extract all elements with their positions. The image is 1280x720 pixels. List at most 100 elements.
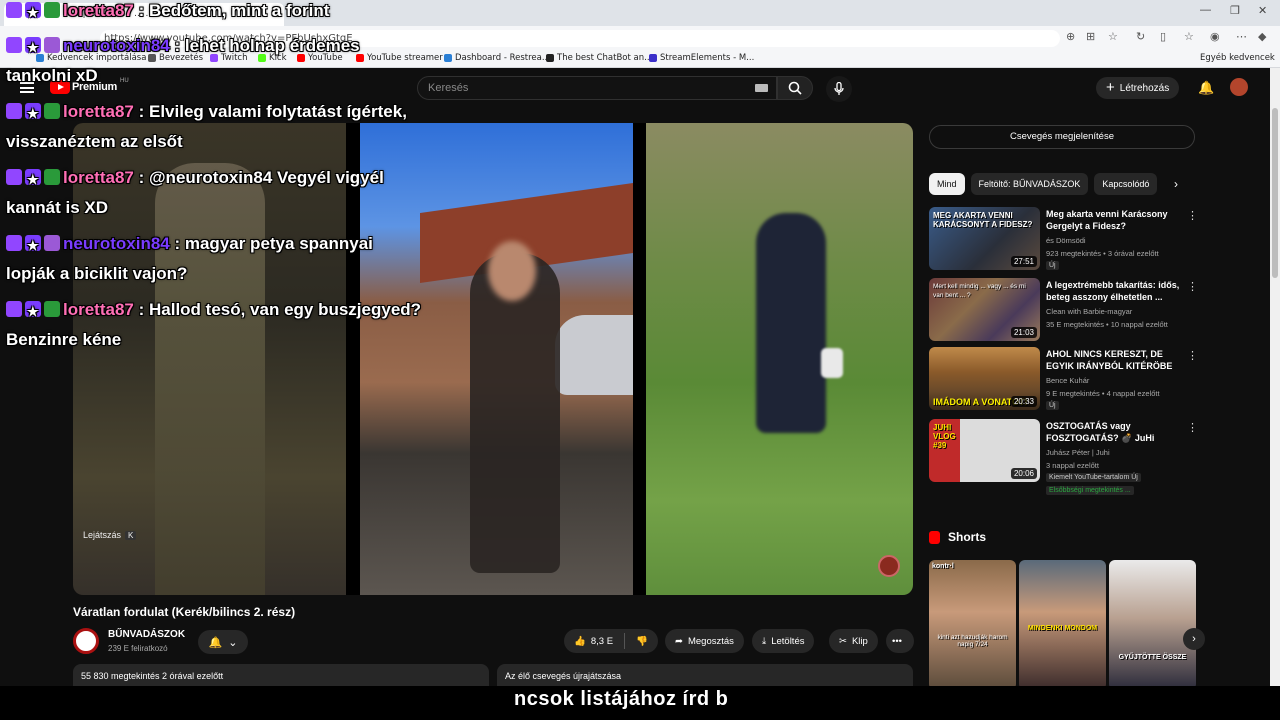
- download-icon: ⤓: [762, 635, 767, 647]
- thumbs-down-icon[interactable]: 👎: [636, 636, 648, 647]
- maximize-icon[interactable]: ❐: [1230, 4, 1240, 17]
- video-thumbnail[interactable]: IMÁDOM A VONATOT! 20:33: [929, 347, 1040, 410]
- video-title[interactable]: Meg akarta venni Karácsony Gergelyt a Fi…: [1046, 208, 1182, 232]
- twitch-icon: [6, 103, 22, 119]
- channel-name[interactable]: BŰNVADÁSZOK: [108, 629, 185, 640]
- more-vert-icon[interactable]: ⋮: [1187, 209, 1198, 222]
- subscription-bell-button[interactable]: 🔔 ⌄: [198, 630, 248, 654]
- short-video[interactable]: GYŰJTÖTTE ÖSSZE: [1109, 560, 1196, 690]
- new-badge: Új: [1046, 261, 1059, 270]
- emote-badge-icon: [44, 103, 60, 119]
- short-video[interactable]: MINDENKI MONDOM: [1019, 560, 1106, 690]
- more-vert-icon[interactable]: ⋮: [1187, 349, 1198, 362]
- chip-related[interactable]: Kapcsolódó: [1094, 173, 1158, 195]
- blurred-face: [488, 241, 536, 301]
- recommended-video[interactable]: JUHI VLOG #39 20:06 OSZTOGATÁS vagy FOSZ…: [929, 419, 1199, 495]
- youtube-page: Premium HU Keresés + Létrehozás 🔔 Lejáts…: [0, 68, 1270, 690]
- other-bookmarks[interactable]: Egyéb kedvencek: [1200, 53, 1275, 63]
- chat-username: neurotoxin84: [63, 234, 170, 253]
- video-thumbnail[interactable]: JUHI VLOG #39 20:06: [929, 419, 1040, 482]
- minimize-icon[interactable]: —: [1200, 4, 1211, 16]
- video-duration: 21:03: [1010, 327, 1037, 338]
- profile-icon[interactable]: ◉: [1210, 30, 1220, 43]
- search-input[interactable]: Keresés: [428, 82, 468, 94]
- search-box[interactable]: Keresés: [417, 76, 777, 100]
- translate-icon[interactable]: ⊕: [1066, 30, 1075, 43]
- bookmark-item[interactable]: StreamElements - M...: [649, 53, 754, 63]
- channel-name[interactable]: Juhász Péter | Juhi: [1046, 448, 1110, 457]
- create-label: Létrehozás: [1119, 82, 1170, 94]
- chip-uploader[interactable]: Feltöltő: BŰNVADÁSZOK: [970, 173, 1089, 195]
- channel-watermark[interactable]: [878, 555, 900, 577]
- video-thumbnail[interactable]: Mert kell mindig ... vagy ... és mi van …: [929, 278, 1040, 341]
- short-caption: MINDENKI MONDOM: [1027, 625, 1098, 632]
- person-figure: [155, 163, 265, 595]
- more-icon: •••: [892, 635, 902, 647]
- video-title[interactable]: AHOL NINCS KERESZT, DE EGYIK IRÁNYBÓL KI…: [1046, 348, 1182, 372]
- page-scrollbar[interactable]: [1270, 68, 1280, 686]
- microphone-icon: [834, 82, 844, 95]
- chevron-right-icon[interactable]: ›: [1183, 628, 1205, 650]
- channel-name[interactable]: Clean with Barbie-magyar: [1046, 307, 1132, 316]
- more-actions-button[interactable]: •••: [886, 629, 914, 653]
- chat-message: neurotoxin84 : lehet holnap érdemes tank…: [6, 31, 426, 91]
- chat-username: loretta87: [63, 1, 134, 20]
- chip-all[interactable]: Mind: [929, 173, 965, 195]
- bookmark-item[interactable]: Dashboard - Restrea...: [444, 53, 550, 63]
- favorites-icon[interactable]: ☆: [1108, 30, 1118, 43]
- channel-name[interactable]: Bence Kuhár: [1046, 376, 1089, 385]
- split-screen-icon[interactable]: ▯: [1160, 30, 1166, 43]
- star-badge-icon: [25, 0, 41, 28]
- video-title: Váratlan fordulat (Kerék/bilincs 2. rész…: [73, 605, 296, 619]
- live-chat-replay[interactable]: Az élő csevegés újrajátszása: [497, 664, 913, 686]
- video-title[interactable]: OSZTOGATÁS vagy FOSZTOGATÁS? 💣 JuHi VLO.…: [1046, 420, 1182, 444]
- voice-search-button[interactable]: [826, 76, 852, 102]
- like-dislike-group: 👍 8,3 E 👎: [564, 629, 658, 653]
- share-button[interactable]: ➦ Megosztás: [665, 629, 744, 653]
- more-vert-icon[interactable]: ⋮: [1187, 421, 1198, 434]
- recommended-video[interactable]: IMÁDOM A VONATOT! 20:33 AHOL NINCS KERES…: [929, 347, 1199, 411]
- collections-icon[interactable]: ☆: [1184, 30, 1194, 43]
- download-label: Letöltés: [771, 635, 805, 647]
- chat-replay-label: Az élő csevegés újrajátszása: [505, 671, 622, 681]
- video-title[interactable]: A legextrémebb takarítás: idős, beteg as…: [1046, 279, 1182, 303]
- extensions-icon[interactable]: ⊞: [1086, 30, 1095, 43]
- scrollbar-thumb[interactable]: [1272, 108, 1278, 278]
- thumbs-up-icon[interactable]: 👍: [574, 636, 586, 647]
- keyboard-icon[interactable]: [755, 84, 768, 92]
- settings-more-icon[interactable]: ⋯: [1236, 30, 1247, 43]
- bookmark-item[interactable]: The best ChatBot an...: [546, 53, 652, 63]
- recommended-video[interactable]: MEG AKARTA VENNI KARÁCSONYT A FIDESZ? 27…: [929, 207, 1199, 271]
- chat-text: Bedőtem, mint a forint: [148, 1, 330, 20]
- chat-username: loretta87: [63, 300, 134, 319]
- bell-icon: 🔔: [208, 636, 223, 649]
- like-count[interactable]: 8,3 E: [591, 636, 613, 647]
- download-button[interactable]: ⤓ Letöltés: [752, 629, 815, 653]
- bell-icon[interactable]: 🔔: [1198, 80, 1214, 96]
- star-badge-icon: [25, 99, 41, 129]
- refresh-icon[interactable]: ↻: [1136, 30, 1145, 43]
- scissors-icon: ✂: [839, 635, 847, 647]
- recommended-video[interactable]: Mert kell mindig ... vagy ... és mi van …: [929, 278, 1199, 342]
- search-button[interactable]: [777, 76, 813, 100]
- clip-label: Klip: [851, 635, 868, 647]
- clip-button[interactable]: ✂ Klip: [829, 629, 878, 653]
- plus-icon: +: [1106, 79, 1115, 96]
- create-button[interactable]: + Létrehozás: [1096, 77, 1180, 99]
- chevron-right-icon[interactable]: ›: [1174, 177, 1178, 191]
- account-avatar[interactable]: [1230, 78, 1248, 96]
- short-video[interactable]: kontr·l kinti azt hazudják harom napig 7…: [929, 560, 1016, 690]
- video-meta: 9 E megtekintés • 4 nappal ezelőtt: [1046, 389, 1160, 398]
- chat-message: loretta87 : Hallod tesó, van egy buszjeg…: [6, 295, 426, 355]
- channel-name[interactable]: és Dömsödi: [1046, 236, 1086, 245]
- twitch-icon: [6, 2, 22, 18]
- close-icon[interactable]: ✕: [1258, 4, 1267, 17]
- channel-avatar[interactable]: [73, 628, 99, 654]
- description-box[interactable]: 55 830 megtekintés 2 órával ezelőtt: [73, 664, 489, 686]
- more-vert-icon[interactable]: ⋮: [1187, 280, 1198, 293]
- copilot-icon[interactable]: ◆: [1258, 30, 1266, 43]
- share-icon: ➦: [675, 635, 683, 647]
- show-chat-button[interactable]: Csevegés megjelenítése: [929, 125, 1195, 149]
- share-label: Megosztás: [687, 635, 734, 647]
- video-thumbnail[interactable]: MEG AKARTA VENNI KARÁCSONYT A FIDESZ? 27…: [929, 207, 1040, 270]
